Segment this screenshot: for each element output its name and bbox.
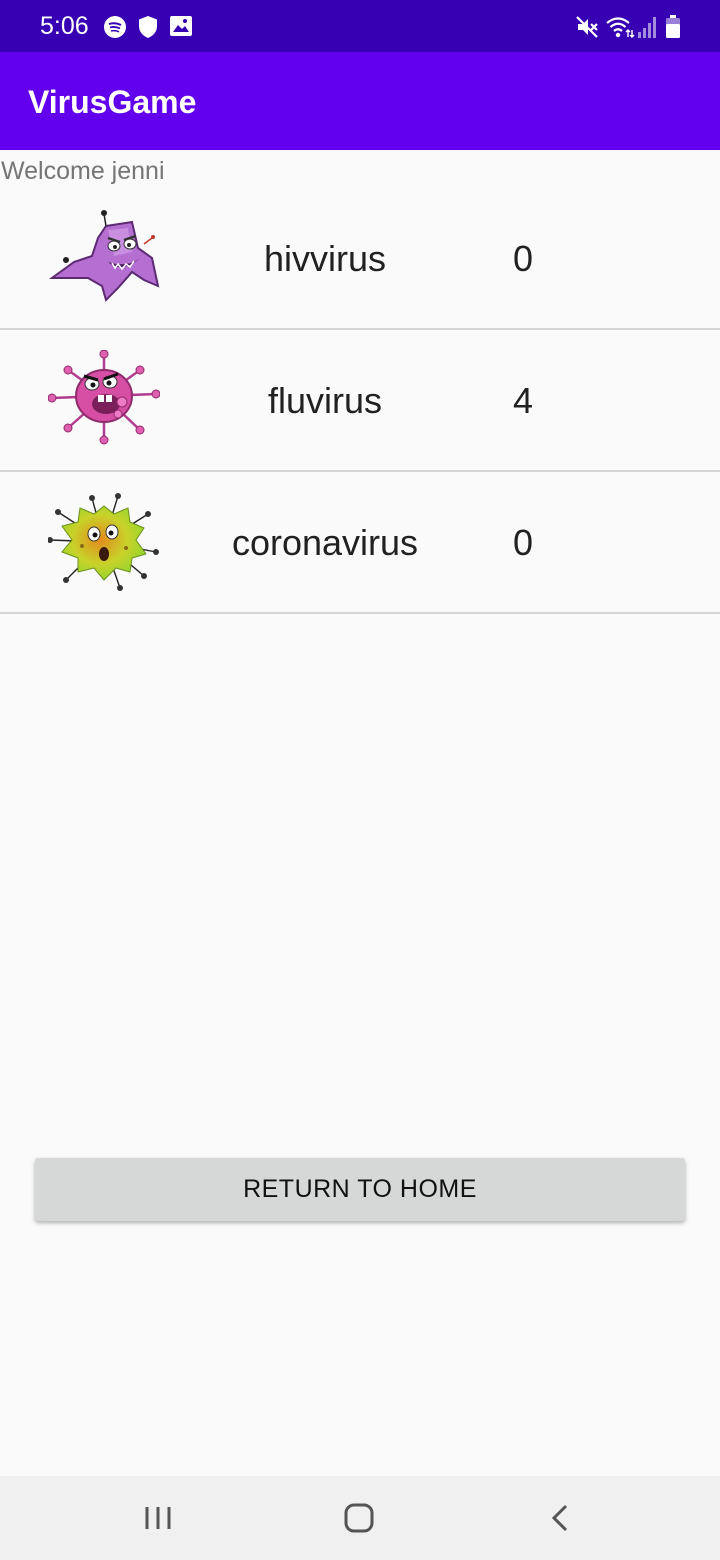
return-to-home-button[interactable]: RETURN TO HOME [35,1158,685,1221]
battery-icon [666,15,680,38]
gallery-icon [170,16,192,36]
virus-name: coronavirus [231,522,419,563]
status-bar: 5:06 [0,0,720,52]
purple-virus-icon [48,210,160,302]
home-icon[interactable] [329,1498,389,1538]
mute-icon [576,16,598,38]
wifi-icon [606,17,635,38]
virus-list: hivvirus 0 fluvirus 4 coronavirus 0 [0,188,720,614]
back-icon[interactable] [530,1498,590,1538]
recents-icon[interactable] [128,1498,188,1538]
navigation-bar [0,1476,720,1560]
status-time: 5:06 [40,12,89,40]
green-virus-icon [48,493,159,591]
virus-name: fluvirus [267,380,383,421]
pink-virus-icon [48,350,160,445]
list-item[interactable]: hivvirus 0 [0,188,720,330]
virus-score: 0 [512,238,534,279]
app-title: VirusGame [28,84,197,120]
welcome-text: Welcome jenni [1,157,165,185]
shield-icon [139,16,157,38]
signal-icon [638,17,656,38]
virus-score: 4 [512,380,534,421]
virus-name: hivvirus [263,238,387,279]
list-item[interactable]: coronavirus 0 [0,472,720,614]
list-item[interactable]: fluvirus 4 [0,330,720,472]
app-bar: VirusGame [0,52,720,150]
spotify-icon [104,16,126,38]
virus-score: 0 [512,522,534,563]
